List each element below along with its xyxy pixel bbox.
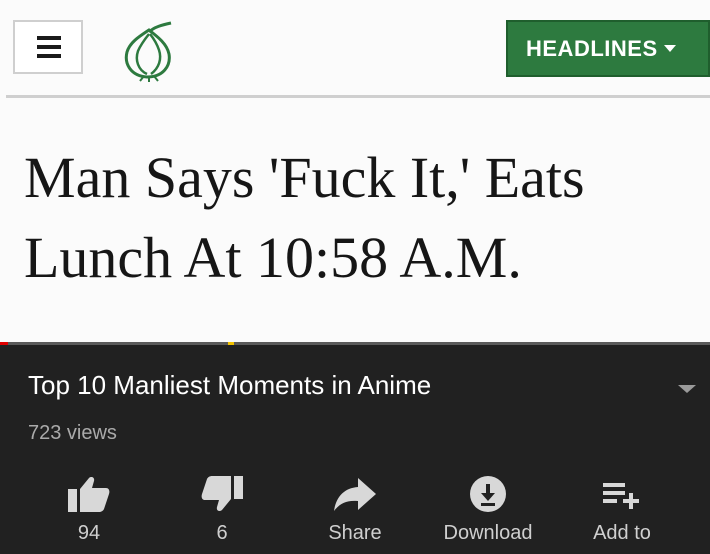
expand-description-icon[interactable] — [672, 378, 702, 398]
site-header: HEADLINES — [0, 0, 710, 97]
article-title: Man Says 'Fuck It,' Eats Lunch At 10:58 … — [24, 138, 704, 298]
download-icon — [470, 476, 506, 512]
add-to-playlist-icon — [603, 483, 639, 509]
progress-played — [0, 342, 8, 345]
like-count: 94 — [77, 522, 101, 544]
download-label: Download — [443, 522, 533, 544]
dislike-count: 6 — [216, 522, 228, 544]
view-count: 723 views — [28, 422, 117, 444]
dislike-button[interactable]: 6 — [167, 474, 277, 554]
share-arrow-icon — [334, 478, 376, 511]
video-progress-bar[interactable] — [0, 342, 710, 345]
article-title-line-2: Lunch At 10:58 A.M. — [24, 225, 522, 290]
video-info-panel: Top 10 Manliest Moments in Anime 723 vie… — [0, 342, 710, 554]
header-divider — [6, 95, 710, 98]
download-button[interactable]: Download — [433, 474, 543, 554]
headlines-dropdown-button[interactable]: HEADLINES — [506, 20, 710, 77]
headlines-label: HEADLINES — [526, 35, 658, 61]
onion-logo-icon[interactable] — [118, 20, 180, 82]
article-title-line-1: Man Says 'Fuck It,' Eats — [24, 145, 585, 210]
share-button[interactable]: Share — [300, 474, 410, 554]
thumbs-down-icon — [201, 476, 243, 511]
add-to-label: Add to — [593, 522, 651, 544]
ad-marker — [228, 342, 234, 345]
like-button[interactable]: 94 — [34, 474, 144, 554]
thumbs-up-icon — [68, 477, 110, 512]
menu-button[interactable] — [13, 20, 83, 74]
add-to-playlist-button[interactable]: Add to — [567, 474, 677, 554]
video-title[interactable]: Top 10 Manliest Moments in Anime — [28, 370, 431, 401]
caret-down-icon — [663, 45, 676, 52]
share-label: Share — [328, 522, 382, 544]
article-screenshot: HEADLINES Man Says 'Fuck It,' Eats Lunch… — [0, 0, 710, 342]
